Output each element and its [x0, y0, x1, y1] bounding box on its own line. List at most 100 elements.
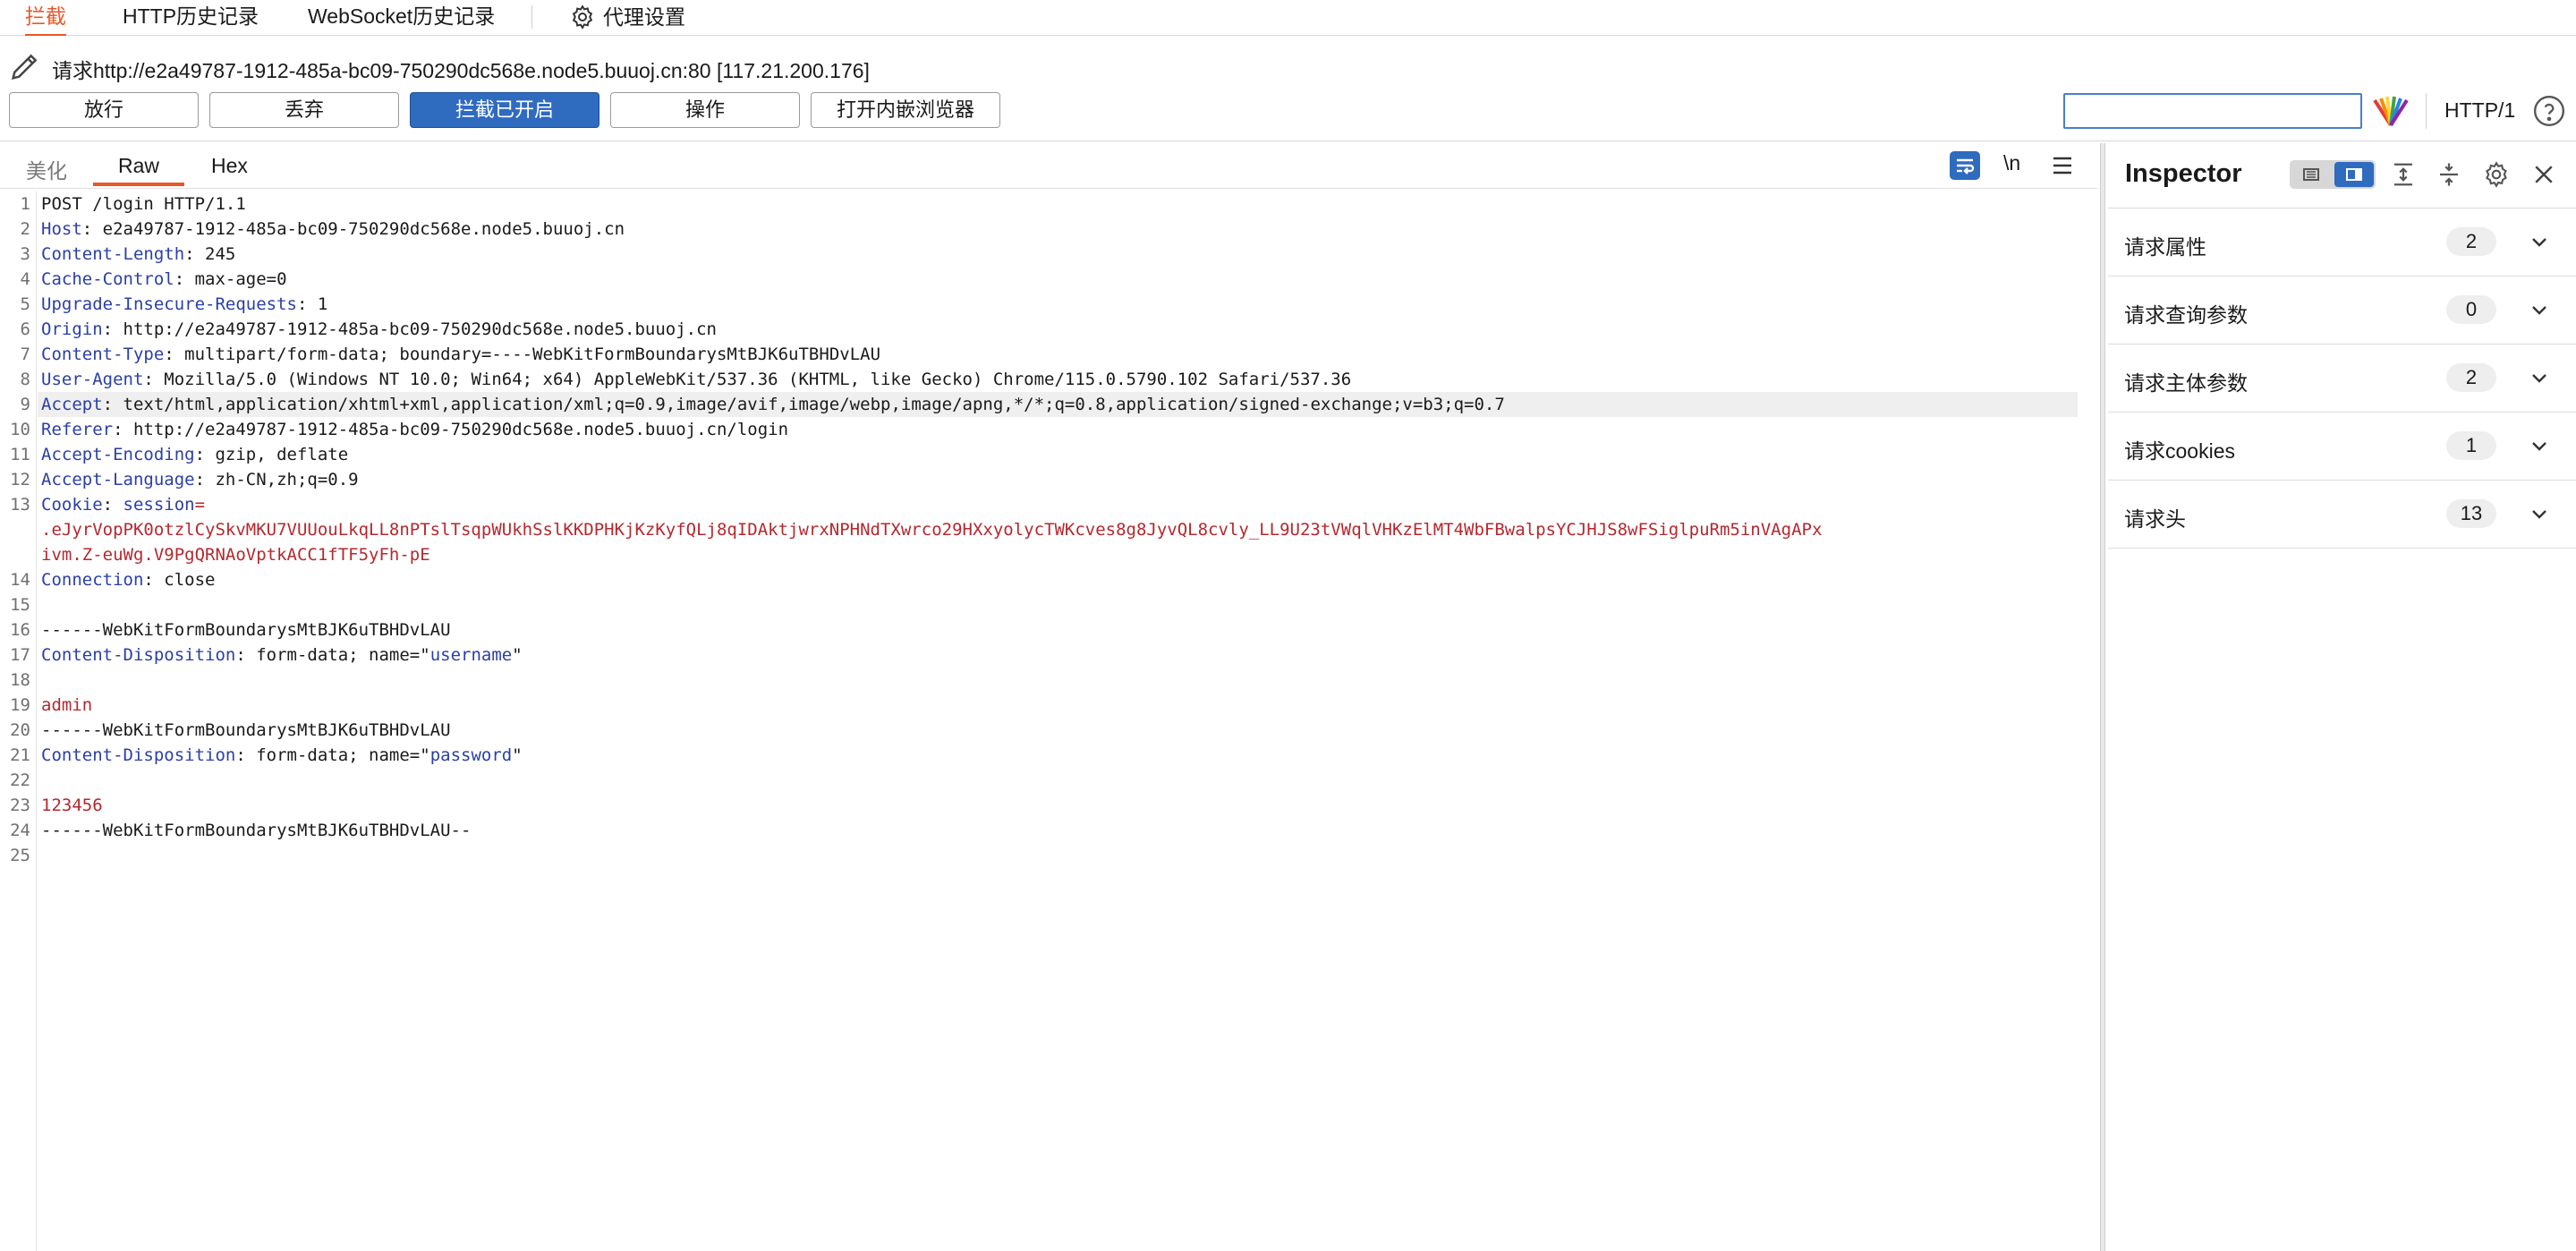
drop-button[interactable]: 丢弃: [209, 92, 399, 128]
tab-proxy-settings[interactable]: 代理设置: [569, 0, 685, 34]
protocol-label[interactable]: HTTP/1: [2444, 98, 2515, 123]
help-icon[interactable]: [2532, 94, 2566, 128]
header-separator: :: [102, 495, 123, 515]
line-number: 25: [10, 846, 30, 865]
pencil-icon[interactable]: [7, 48, 43, 84]
toolbar-bottom-border: [0, 140, 2576, 141]
editor-tab-bar: 美化 Raw Hex \n: [0, 143, 2097, 189]
wrap-toggle-button[interactable]: [1950, 151, 1980, 180]
header-line: Content-Length: 245: [41, 242, 235, 267]
section-cookies[interactable]: 请求cookies 1: [2108, 413, 2576, 481]
section-body-params[interactable]: 请求主体参数 2: [2108, 345, 2576, 413]
cookie-line: Cookie: session=: [41, 492, 205, 517]
header-key: Origin: [41, 319, 103, 339]
search-input[interactable]: [2063, 93, 2362, 129]
layout-list-icon: [2303, 168, 2319, 181]
header-line: Host: e2a49787-1912-485a-bc09-750290dc56…: [41, 217, 625, 242]
section-headers[interactable]: 请求头 13: [2108, 481, 2576, 549]
header-line: User-Agent: Mozilla/5.0 (Windows NT 10.0…: [41, 367, 1351, 392]
header-value: : 245: [184, 244, 236, 264]
inspector-title: Inspector: [2125, 159, 2242, 188]
intercept-toggle-button[interactable]: 拦截已开启: [410, 92, 599, 128]
line-number: 8: [20, 370, 30, 389]
raw-tab-underline: [93, 183, 184, 186]
section-request-attributes[interactable]: 请求属性 2: [2108, 208, 2576, 277]
section-label: 请求查询参数: [2124, 303, 2248, 327]
line-number: 3: [20, 244, 30, 264]
line-number: 1: [20, 194, 30, 214]
menu-icon[interactable]: [2052, 156, 2073, 175]
tab-proxy-settings-label: 代理设置: [603, 5, 685, 29]
line-number: 21: [10, 745, 30, 765]
expand-icon[interactable]: [2390, 161, 2417, 188]
line-number: 20: [10, 720, 30, 740]
color-palette-icon[interactable]: [2371, 95, 2410, 127]
section-count-badge: 2: [2446, 363, 2496, 392]
header-line: Content-Type: multipart/form-data; bound…: [41, 342, 880, 367]
header-value: : form-data; name=": [235, 745, 430, 765]
header-value: : text/html,application/xhtml+xml,applic…: [102, 395, 1505, 414]
header-value: : Mozilla/5.0 (Windows NT 10.0; Win64; x…: [143, 370, 1352, 389]
tab-raw[interactable]: Raw: [118, 154, 159, 178]
disposition-line: Content-Disposition: form-data; name="us…: [41, 643, 523, 668]
header-value: : http://e2a49787-1912-485a-bc09-750290d…: [102, 319, 717, 339]
tab-http-history[interactable]: HTTP历史记录: [123, 0, 259, 34]
chevron-down-icon: [2532, 306, 2546, 315]
disposition-line: Content-Disposition: form-data; name="pa…: [41, 743, 523, 768]
chevron-down-icon: [2532, 442, 2546, 451]
line-number: 9: [20, 395, 30, 414]
gear-icon: [572, 4, 593, 30]
line-number: 22: [10, 770, 30, 790]
request-line: POST /login HTTP/1.1: [41, 194, 246, 214]
chevron-down-icon: [2532, 238, 2546, 247]
header-key: Connection: [41, 570, 144, 590]
section-label: 请求头: [2124, 507, 2186, 531]
line-number: 15: [10, 595, 30, 615]
layout-list-button[interactable]: [2291, 162, 2331, 187]
boundary-line: ------WebKitFormBoundarysMtBJK6uTBHDvLAU: [41, 620, 451, 640]
param-value-password: 123456: [41, 796, 103, 815]
newline-toggle[interactable]: \n: [2003, 151, 2020, 175]
action-button[interactable]: 操作: [610, 92, 800, 128]
header-key: Cookie: [41, 495, 103, 515]
header-value: : close: [143, 570, 216, 590]
tab-pretty[interactable]: 美化: [26, 154, 67, 184]
quote: ": [512, 645, 523, 665]
tab-divider: [531, 5, 532, 29]
section-count-badge: 2: [2446, 227, 2496, 256]
request-editor[interactable]: 1 2 3 4 5 6 7 8 9 10 11 12 13 14 15 16 1…: [0, 191, 2097, 1251]
settings-icon[interactable]: [2482, 160, 2511, 189]
section-count-badge: 1: [2446, 431, 2496, 460]
boundary-end-line: ------WebKitFormBoundarysMtBJK6uTBHDvLAU…: [41, 821, 472, 840]
line-number: 19: [10, 695, 30, 715]
header-value: : zh-CN,zh;q=0.9: [194, 470, 359, 489]
forward-button[interactable]: 放行: [9, 92, 199, 128]
header-value: : e2a49787-1912-485a-bc09-750290dc568e.n…: [81, 219, 625, 239]
open-browser-button[interactable]: 打开内嵌浏览器: [811, 92, 1000, 128]
quote: ": [512, 745, 523, 765]
tab-intercept[interactable]: 拦截: [25, 0, 66, 37]
collapse-icon[interactable]: [2436, 161, 2462, 188]
section-query-params[interactable]: 请求查询参数 0: [2108, 277, 2576, 345]
header-line: Accept-Language: zh-CN,zh;q=0.9: [41, 467, 359, 492]
line-number: 4: [20, 269, 30, 289]
tab-hex[interactable]: Hex: [211, 154, 248, 178]
section-label: 请求cookies: [2124, 439, 2235, 463]
panel-splitter[interactable]: [2100, 143, 2105, 1251]
layout-panel-icon: [2346, 168, 2362, 181]
close-icon[interactable]: [2530, 161, 2557, 188]
header-key: Content-Length: [41, 244, 185, 264]
cookie-equals: =: [194, 495, 206, 515]
tab-websocket-history[interactable]: WebSocket历史记录: [308, 0, 495, 34]
layout-panel-button[interactable]: [2334, 162, 2374, 187]
header-line: Upgrade-Insecure-Requests: 1: [41, 292, 327, 317]
section-label: 请求主体参数: [2124, 371, 2248, 395]
line-number: 18: [10, 670, 30, 690]
header-value: : form-data; name=": [235, 645, 430, 665]
header-value: : 1: [296, 294, 328, 314]
header-value: : gzip, deflate: [194, 445, 349, 464]
header-line: Accept-Encoding: gzip, deflate: [41, 442, 348, 467]
param-value-username: admin: [41, 695, 93, 715]
header-key: Accept-Language: [41, 470, 195, 489]
section-label: 请求属性: [2124, 235, 2206, 259]
